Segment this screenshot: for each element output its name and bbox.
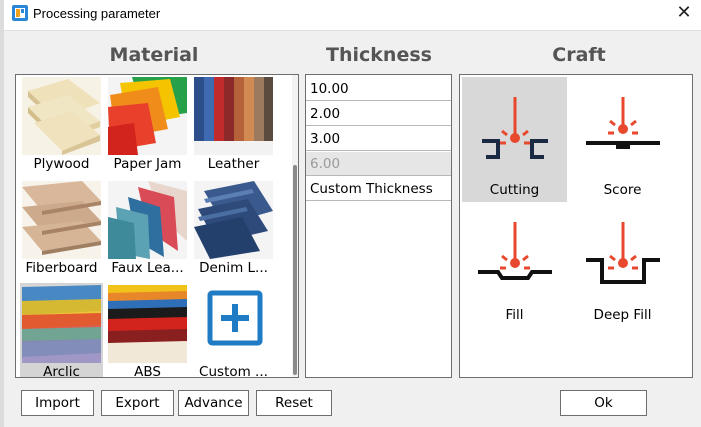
scrollbar-thumb[interactable] — [293, 165, 297, 375]
thickness-option[interactable]: 2.00 — [306, 102, 451, 126]
material-fiberboard[interactable]: Fiberboard — [20, 179, 103, 283]
title-bar: Processing parameter ✕ — [4, 0, 701, 31]
processing-parameter-dialog: Processing parameter ✕ Material Thicknes… — [4, 0, 701, 427]
material-list[interactable]: Plywood Paper Jam Leather Fiberboard Fau… — [15, 74, 299, 378]
add-material-icon — [194, 285, 273, 363]
fiberboard-thumbnail — [22, 181, 101, 259]
paper-jam-thumbnail — [108, 77, 187, 155]
export-button[interactable]: Export — [101, 390, 174, 416]
score-icon — [586, 97, 660, 149]
material-abs[interactable]: ABS — [106, 283, 189, 378]
arclic-thumbnail — [22, 285, 101, 363]
craft-cutting[interactable]: Cutting — [462, 77, 567, 202]
craft-score[interactable]: Score — [570, 77, 675, 202]
material-denim-leather[interactable]: Denim L... — [192, 179, 275, 283]
app-icon — [12, 5, 28, 21]
fill-icon — [478, 222, 552, 280]
material-custom[interactable]: Custom ... — [192, 283, 275, 378]
material-label: ABS — [134, 364, 161, 378]
material-faux-leather[interactable]: Faux Lea... — [106, 179, 189, 283]
craft-heading: Craft — [552, 44, 606, 66]
craft-fill[interactable]: Fill — [462, 202, 567, 327]
craft-label: Cutting — [489, 182, 540, 198]
material-label: Faux Lea... — [111, 260, 184, 276]
craft-label: Score — [603, 182, 642, 198]
material-arclic[interactable]: Arclic — [20, 283, 103, 378]
material-heading: Material — [109, 44, 199, 66]
thickness-option[interactable]: 10.00 — [306, 77, 451, 101]
custom-thickness-option[interactable]: Custom Thickness — [306, 177, 451, 201]
cutting-icon — [482, 97, 548, 159]
material-label: Custom ... — [199, 364, 268, 378]
thickness-option[interactable]: 3.00 — [306, 127, 451, 151]
craft-list[interactable]: Cutting Score Fill Deep Fill — [459, 74, 693, 378]
close-icon[interactable]: ✕ — [673, 2, 695, 24]
import-button[interactable]: Import — [21, 390, 94, 416]
thickness-list[interactable]: 10.00 2.00 3.00 6.00 Custom Thickness — [305, 74, 452, 378]
thickness-option-disabled: 6.00 — [306, 152, 451, 176]
material-paper-jam[interactable]: Paper Jam — [106, 75, 189, 179]
reset-button[interactable]: Reset — [256, 390, 332, 416]
craft-label: Fill — [505, 307, 524, 323]
material-label: Plywood — [33, 156, 90, 172]
faux-leather-thumbnail — [108, 181, 187, 259]
thickness-heading: Thickness — [326, 44, 432, 66]
deep-fill-icon — [586, 222, 660, 284]
advance-button[interactable]: Advance — [178, 390, 249, 416]
craft-deep-fill[interactable]: Deep Fill — [570, 202, 675, 327]
leather-thumbnail — [194, 77, 273, 155]
abs-thumbnail — [108, 285, 187, 363]
material-label: Fiberboard — [25, 260, 98, 276]
denim-leather-thumbnail — [194, 181, 273, 259]
craft-label: Deep Fill — [593, 307, 652, 323]
material-label: Leather — [207, 156, 260, 172]
material-label: Paper Jam — [113, 156, 182, 172]
material-scrollbar[interactable] — [292, 75, 298, 377]
material-label: Denim L... — [199, 260, 268, 276]
material-plywood[interactable]: Plywood — [20, 75, 103, 179]
ok-button[interactable]: Ok — [560, 390, 647, 416]
plywood-thumbnail — [22, 77, 101, 155]
material-leather[interactable]: Leather — [192, 75, 275, 179]
window-title: Processing parameter — [33, 6, 161, 21]
material-label: Arclic — [43, 364, 80, 378]
